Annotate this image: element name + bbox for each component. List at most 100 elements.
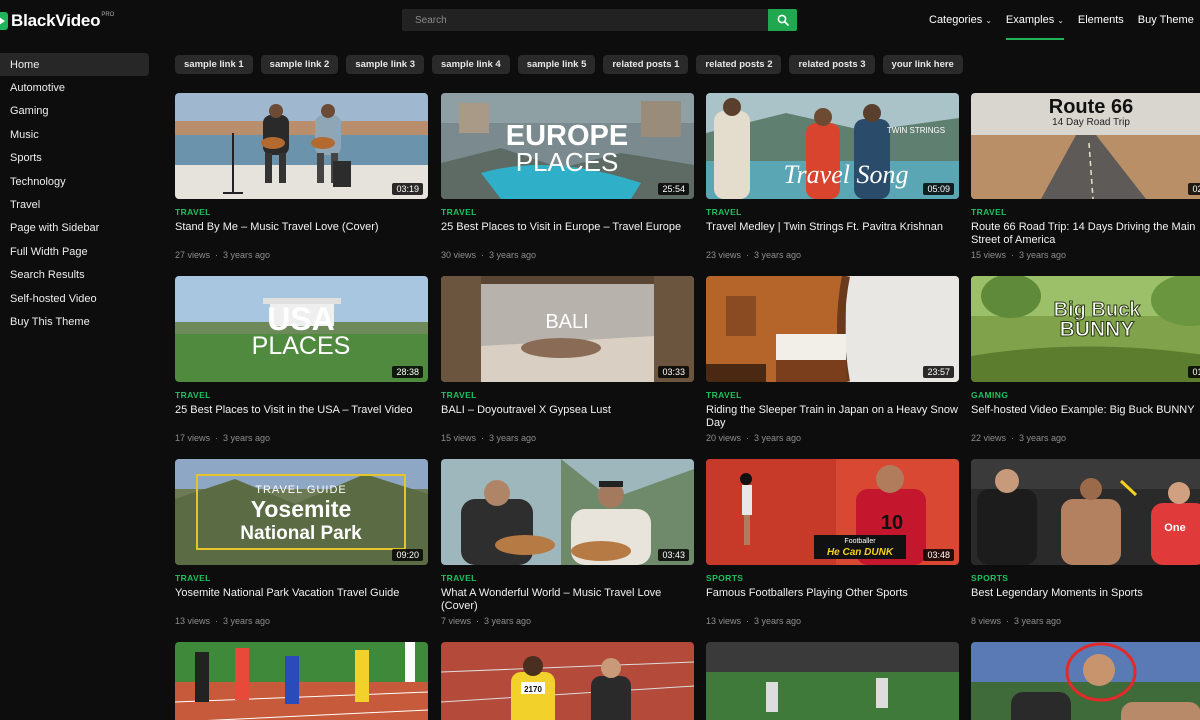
- video-thumbnail[interactable]: [706, 642, 959, 720]
- chip-link[interactable]: sample link 5: [517, 55, 596, 74]
- search-button[interactable]: [768, 9, 797, 31]
- nav-categories[interactable]: Categories ⌄: [929, 0, 992, 40]
- video-card[interactable]: [175, 642, 428, 720]
- video-category[interactable]: GAMING: [971, 390, 1200, 400]
- video-thumbnail[interactable]: 23:57: [706, 276, 959, 382]
- nav-examples[interactable]: Examples ⌄: [1005, 0, 1064, 40]
- video-duration: 05:09: [923, 183, 954, 195]
- video-card[interactable]: TRAVEL GUIDE Yosemite National Park 09:2…: [175, 459, 428, 626]
- video-category[interactable]: SPORTS: [971, 573, 1200, 583]
- thumb-text: TRAVEL GUIDE: [255, 484, 346, 496]
- video-category[interactable]: TRAVEL: [706, 207, 959, 217]
- video-thumbnail[interactable]: USA PLACES 28:38: [175, 276, 428, 382]
- video-card[interactable]: BALI 03:33 TRAVEL BALI – Doyoutravel X G…: [441, 276, 694, 443]
- video-card[interactable]: USA PLACES 28:38 TRAVEL 25 Best Places t…: [175, 276, 428, 443]
- video-thumbnail[interactable]: TRAVEL GUIDE Yosemite National Park 09:2…: [175, 459, 428, 565]
- sidebar-item-search-results[interactable]: Search Results: [0, 264, 150, 287]
- chip-link[interactable]: sample link 2: [260, 55, 339, 74]
- video-thumbnail[interactable]: TWIN STRINGS Travel Song 05:09: [706, 93, 959, 199]
- video-thumbnail[interactable]: [971, 642, 1200, 720]
- video-title[interactable]: Self-hosted Video Example: Big Buck BUNN…: [971, 404, 1200, 430]
- video-category[interactable]: TRAVEL: [175, 390, 428, 400]
- video-age: 3 years ago: [223, 616, 271, 626]
- video-thumbnail[interactable]: One: [971, 459, 1200, 565]
- sidebar-item-home[interactable]: Home: [0, 53, 149, 77]
- video-thumbnail[interactable]: Route 66 14 Day Road Trip 02:00: [971, 93, 1200, 199]
- video-card[interactable]: 03:19 TRAVEL Stand By Me – Music Travel …: [175, 93, 428, 260]
- sidebar-item-self-hosted-video[interactable]: Self-hosted Video: [0, 287, 150, 310]
- video-title[interactable]: Yosemite National Park Vacation Travel G…: [175, 587, 428, 613]
- search-input[interactable]: [402, 9, 768, 31]
- video-thumbnail[interactable]: 03:43: [441, 459, 694, 565]
- video-title[interactable]: What A Wonderful World – Music Travel Lo…: [441, 587, 694, 613]
- chip-link[interactable]: related posts 1: [603, 55, 689, 74]
- sidebar-item-travel[interactable]: Travel: [0, 193, 150, 216]
- sidebar-item-automotive[interactable]: Automotive: [0, 76, 150, 99]
- video-title[interactable]: Travel Medley | Twin Strings Ft. Pavitra…: [706, 221, 959, 247]
- video-meta: 13 views · 3 years ago: [706, 616, 802, 626]
- video-thumbnail[interactable]: BALI 03:33: [441, 276, 694, 382]
- video-age: 3 years ago: [223, 433, 271, 443]
- chip-link[interactable]: your link here: [882, 55, 963, 74]
- video-title[interactable]: Best Legendary Moments in Sports: [971, 587, 1200, 613]
- search-icon: [777, 14, 789, 26]
- nav-elements[interactable]: Elements: [1078, 0, 1124, 40]
- video-card[interactable]: TWIN STRINGS Travel Song 05:09 TRAVEL Tr…: [706, 93, 959, 260]
- video-category[interactable]: TRAVEL: [441, 390, 694, 400]
- sidebar-item-music[interactable]: Music: [0, 123, 150, 146]
- chip-link[interactable]: sample link 4: [432, 55, 510, 74]
- site-logo[interactable]: BlackVideo PRO: [0, 11, 114, 31]
- sidebar-item-page-with-sidebar[interactable]: Page with Sidebar: [0, 217, 150, 240]
- video-category[interactable]: TRAVEL: [175, 207, 428, 217]
- chip-link[interactable]: related posts 2: [696, 55, 782, 74]
- video-card[interactable]: 03:43 TRAVEL What A Wonderful World – Mu…: [441, 459, 694, 626]
- sidebar-item-buy-this-theme[interactable]: Buy This Theme: [0, 310, 150, 333]
- nav-buy-theme[interactable]: Buy Theme: [1138, 0, 1194, 40]
- video-meta: 30 views · 3 years ago: [441, 250, 537, 260]
- video-views: 27 views: [175, 250, 211, 260]
- video-title[interactable]: 25 Best Places to Visit in the USA – Tra…: [175, 404, 428, 430]
- video-card[interactable]: 10 Footballer He Can DUNK 03:48 SPORTS F…: [706, 459, 959, 626]
- video-card[interactable]: Route 66 14 Day Road Trip 02:00 TRAVEL R…: [971, 93, 1200, 260]
- video-category[interactable]: TRAVEL: [706, 390, 959, 400]
- video-category[interactable]: TRAVEL: [971, 207, 1200, 217]
- video-duration: 25:54: [658, 183, 689, 195]
- video-category[interactable]: SPORTS: [706, 573, 959, 583]
- thumb-text: Route 66: [1049, 96, 1133, 118]
- logo-badge: PRO: [101, 12, 115, 18]
- video-duration: 01:00: [1188, 366, 1200, 378]
- video-thumbnail[interactable]: 2170: [441, 642, 694, 720]
- chip-link[interactable]: sample link 3: [346, 55, 425, 74]
- video-card[interactable]: [706, 642, 959, 720]
- video-title[interactable]: Stand By Me – Music Travel Love (Cover): [175, 221, 428, 247]
- video-age: 3 years ago: [1014, 616, 1062, 626]
- video-card[interactable]: 23:57 TRAVEL Riding the Sleeper Train in…: [706, 276, 959, 443]
- sidebar-item-gaming[interactable]: Gaming: [0, 100, 150, 123]
- chip-link[interactable]: related posts 3: [789, 55, 875, 74]
- video-category[interactable]: TRAVEL: [441, 207, 694, 217]
- video-title[interactable]: Famous Footballers Playing Other Sports: [706, 587, 959, 613]
- video-card[interactable]: 2170: [441, 642, 694, 720]
- sidebar-item-technology[interactable]: Technology: [0, 170, 150, 193]
- sidebar-item-full-width-page[interactable]: Full Width Page: [0, 240, 150, 263]
- sidebar-item-sports[interactable]: Sports: [0, 147, 150, 170]
- video-meta: 27 views · 3 years ago: [175, 250, 271, 260]
- video-thumbnail[interactable]: [175, 642, 428, 720]
- chip-link[interactable]: sample link 1: [175, 55, 253, 74]
- video-card[interactable]: One SPORTS Best Legendary Moments in Spo…: [971, 459, 1200, 626]
- video-thumbnail[interactable]: EUROPE PLACES 25:54: [441, 93, 694, 199]
- video-title[interactable]: Route 66 Road Trip: 14 Days Driving the …: [971, 221, 1200, 247]
- video-thumbnail[interactable]: 03:19: [175, 93, 428, 199]
- video-title[interactable]: 25 Best Places to Visit in Europe – Trav…: [441, 221, 694, 247]
- video-card[interactable]: Big Buck BUNNY 01:00 GAMING Self-hosted …: [971, 276, 1200, 443]
- video-thumbnail[interactable]: 10 Footballer He Can DUNK 03:48: [706, 459, 959, 565]
- video-views: 8 views: [971, 616, 1002, 626]
- video-thumbnail[interactable]: Big Buck BUNNY 01:00: [971, 276, 1200, 382]
- video-title[interactable]: BALI – Doyoutravel X Gypsea Lust: [441, 404, 694, 430]
- video-title[interactable]: Riding the Sleeper Train in Japan on a H…: [706, 404, 959, 430]
- video-category[interactable]: TRAVEL: [441, 573, 694, 583]
- video-views: 23 views: [706, 250, 742, 260]
- video-card[interactable]: EUROPE PLACES 25:54 TRAVEL 25 Best Place…: [441, 93, 694, 260]
- video-category[interactable]: TRAVEL: [175, 573, 428, 583]
- video-card[interactable]: [971, 642, 1200, 720]
